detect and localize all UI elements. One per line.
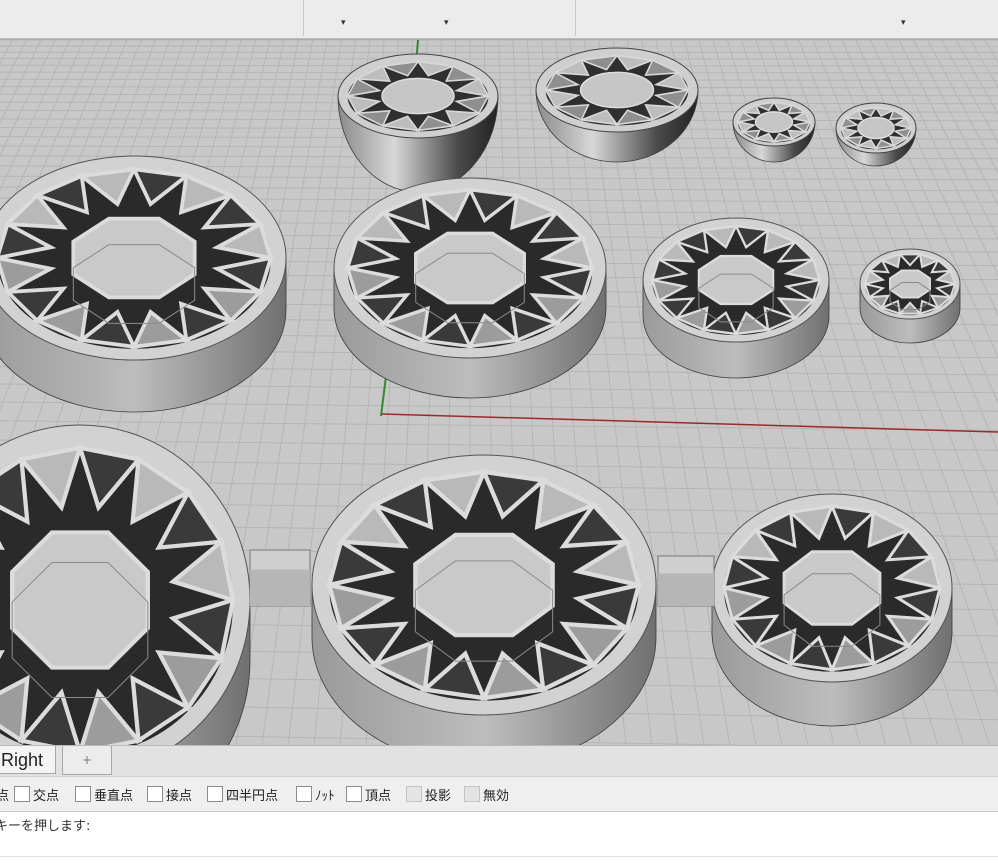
checkbox[interactable] xyxy=(464,786,480,802)
dropdown-arrow-icon[interactable]: ▾ xyxy=(444,18,449,28)
gem-setting-models[interactable] xyxy=(0,48,960,746)
viewport-canvas[interactable] xyxy=(0,40,998,746)
checkbox[interactable] xyxy=(207,786,223,802)
gem-cup[interactable] xyxy=(338,54,498,192)
osnap-project[interactable]: 投影 xyxy=(406,784,451,804)
command-divider xyxy=(0,856,998,857)
center-opening xyxy=(416,233,525,302)
table-facet xyxy=(756,112,793,132)
osnap-label: 頂点 xyxy=(365,785,391,804)
connector-bar[interactable] xyxy=(658,556,714,606)
connector-side xyxy=(250,570,310,606)
osnap-point[interactable]: 点 xyxy=(0,784,9,804)
center-opening xyxy=(73,219,194,298)
center-opening xyxy=(784,552,880,625)
osnap-vertex[interactable]: 頂点 xyxy=(346,784,391,804)
connector-side xyxy=(658,574,714,607)
connector-bar[interactable] xyxy=(250,550,310,606)
gem-cup[interactable] xyxy=(733,98,815,162)
center-opening xyxy=(699,256,773,304)
gem-setting-ring[interactable] xyxy=(712,494,952,726)
grid-line xyxy=(0,94,998,95)
checkbox[interactable] xyxy=(406,786,422,802)
osnap-knot[interactable]: ﾉｯﾄ xyxy=(296,784,335,804)
gem-setting-ring[interactable] xyxy=(860,249,960,343)
checkbox[interactable] xyxy=(147,786,163,802)
tab-right[interactable]: Right xyxy=(0,746,56,774)
osnap-intersection[interactable]: 交点 xyxy=(14,784,59,804)
toolbar-separator xyxy=(303,0,304,36)
osnap-label: ﾉｯﾄ xyxy=(315,785,335,804)
dropdown-arrow-icon[interactable]: ▾ xyxy=(341,18,346,28)
gem-setting-ring[interactable] xyxy=(312,455,656,746)
gem-setting-ring[interactable] xyxy=(334,178,606,398)
center-opening xyxy=(890,270,930,297)
x-axis-line xyxy=(382,414,998,432)
osnap-disable[interactable]: 無効 xyxy=(464,784,509,804)
command-prompt: キーを押します: xyxy=(0,815,90,834)
top-toolbar: ▾ ▾ ▾ xyxy=(0,0,998,39)
osnap-label: 交点 xyxy=(33,785,59,804)
gem-cup[interactable] xyxy=(836,103,916,166)
add-tab-icon[interactable]: + xyxy=(62,746,112,775)
osnap-quadrant[interactable]: 四半円点 xyxy=(207,784,278,804)
grid-line xyxy=(0,87,998,88)
gem-setting-ring[interactable] xyxy=(0,156,286,412)
osnap-label: 無効 xyxy=(483,785,509,804)
grid-line xyxy=(0,102,998,104)
osnap-label: 接点 xyxy=(166,785,192,804)
grid-line xyxy=(0,421,998,431)
osnap-perpendicular[interactable]: 垂直点 xyxy=(75,784,133,804)
toolbar-separator xyxy=(575,0,576,36)
perspective-viewport[interactable] xyxy=(0,39,998,746)
dropdown-arrow-icon[interactable]: ▾ xyxy=(901,18,906,28)
osnap-label: 垂直点 xyxy=(94,785,133,804)
command-line[interactable]: キーを押します: xyxy=(0,811,998,865)
table-facet xyxy=(382,78,454,113)
osnap-bar: 点 交点 垂直点 接点 四半円点 ﾉｯﾄ 頂点 投影 無効 xyxy=(0,776,998,811)
table-facet xyxy=(581,72,654,107)
grid-line xyxy=(0,72,998,73)
osnap-label: 四半円点 xyxy=(226,785,278,804)
gem-setting-ring[interactable] xyxy=(643,218,829,378)
osnap-tangent[interactable]: 接点 xyxy=(147,784,192,804)
center-opening xyxy=(415,535,552,635)
checkbox[interactable] xyxy=(296,786,312,802)
osnap-label: 投影 xyxy=(425,785,451,804)
checkbox[interactable] xyxy=(346,786,362,802)
table-facet xyxy=(858,118,894,139)
center-opening xyxy=(12,532,148,667)
gem-cup[interactable] xyxy=(536,48,698,162)
grid-line xyxy=(0,79,998,80)
viewport-tab-bar: Right + xyxy=(0,745,998,776)
osnap-label: 点 xyxy=(0,785,9,804)
checkbox[interactable] xyxy=(14,786,30,802)
checkbox[interactable] xyxy=(75,786,91,802)
